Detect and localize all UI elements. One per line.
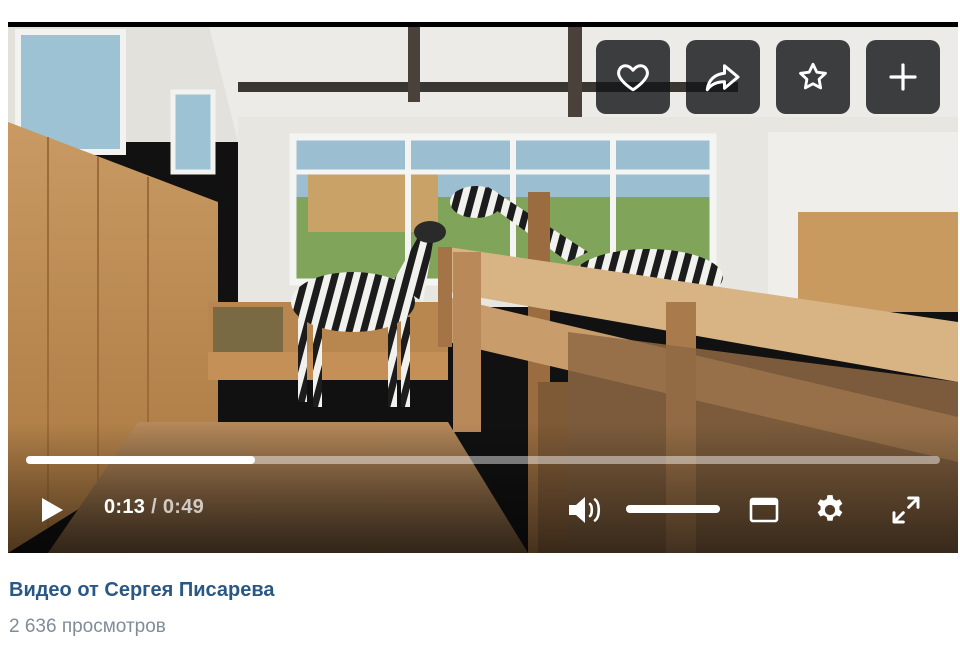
play-icon <box>42 498 63 522</box>
bookmark-button[interactable] <box>776 40 850 114</box>
miniplayer-button[interactable] <box>746 492 782 528</box>
video-player[interactable]: 0:13 / 0:49 <box>8 22 958 553</box>
volume-slider[interactable] <box>626 505 720 513</box>
share-icon <box>705 64 740 92</box>
controls-overlay <box>8 423 958 553</box>
view-count: 2 636 просмотров <box>9 616 166 637</box>
star-icon <box>799 62 827 90</box>
gear-icon <box>817 495 843 521</box>
plus-icon <box>889 63 917 91</box>
heart-icon <box>617 64 649 92</box>
current-time: 0:13 <box>104 496 146 518</box>
video-title[interactable]: Видео от Сергея Писарева <box>9 579 275 602</box>
share-button[interactable] <box>686 40 760 114</box>
play-button[interactable] <box>32 490 72 530</box>
total-duration: 0:49 <box>162 496 205 518</box>
progress-bar[interactable] <box>26 456 940 464</box>
top-action-bar <box>596 40 940 114</box>
volume-icon <box>569 497 601 523</box>
fullscreen-icon <box>892 496 920 524</box>
time-display: 0:13 / 0:49 <box>104 496 204 519</box>
time-separator: / <box>151 496 157 518</box>
miniplayer-icon <box>749 497 779 523</box>
volume-button[interactable] <box>564 490 608 530</box>
progress-fill <box>26 456 255 464</box>
add-button[interactable] <box>866 40 940 114</box>
settings-button[interactable] <box>810 490 850 530</box>
volume-fill <box>626 505 720 513</box>
fullscreen-button[interactable] <box>886 490 926 530</box>
like-button[interactable] <box>596 40 670 114</box>
